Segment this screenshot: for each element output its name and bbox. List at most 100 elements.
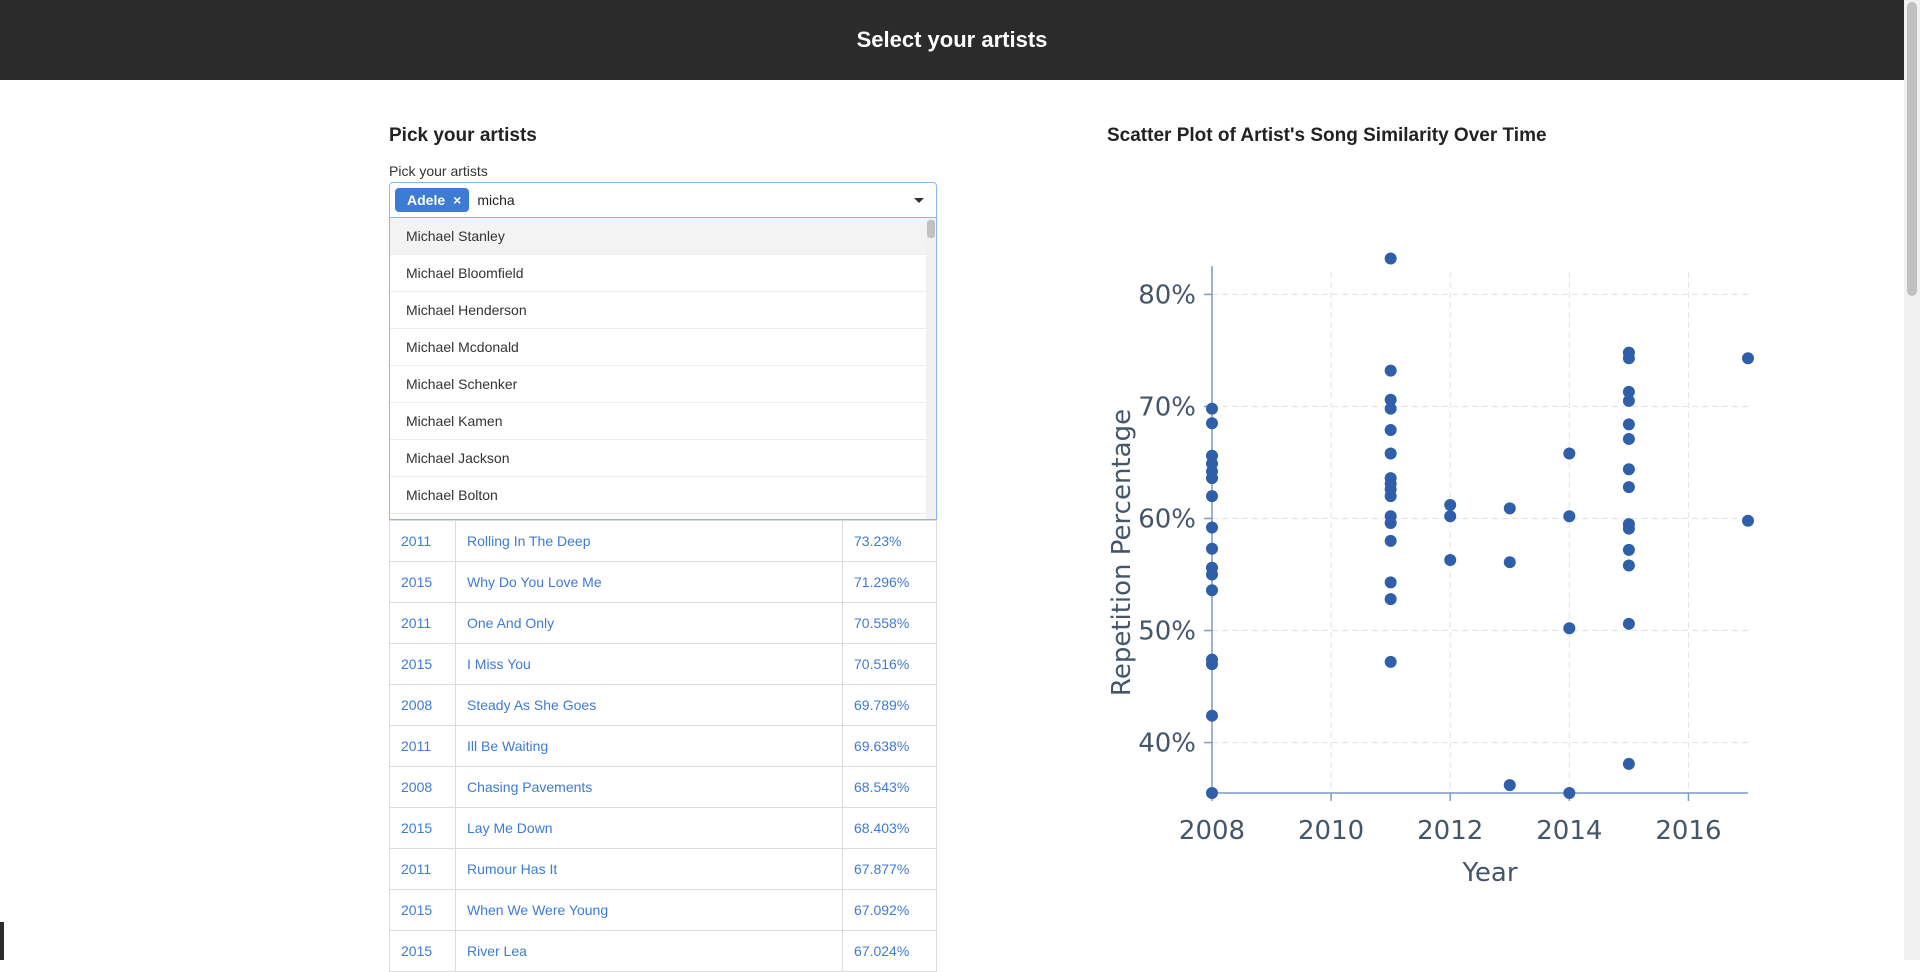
x-axis-label: Year [1461,858,1517,888]
data-point [1384,655,1397,668]
cell-percentage[interactable]: 73.23% [842,520,937,562]
dropdown-scrollbar-thumb[interactable] [927,220,935,238]
dropdown-option[interactable]: Michael Mcdonald [390,329,928,366]
data-point [1384,447,1397,460]
cell-percentage[interactable]: 71.296% [842,561,937,603]
cell-song[interactable]: Ill Be Waiting [455,725,843,767]
cell-percentage[interactable]: 67.024% [842,930,937,972]
picker-field-label: Pick your artists [389,163,488,179]
cell-percentage[interactable]: 67.877% [842,848,937,890]
chart-panel: Scatter Plot of Artist's Song Similarity… [1107,125,1547,147]
selected-artist-chip: Adele × [395,188,470,212]
data-point [1384,576,1397,589]
x-tick-label: 2014 [1536,816,1602,846]
data-point [1384,490,1397,503]
artist-picker-panel: Pick your artists Pick your artists Adel… [389,125,939,972]
cell-percentage[interactable]: 69.789% [842,684,937,726]
cell-song[interactable]: One And Only [455,602,843,644]
cell-year[interactable]: 2008 [389,684,456,726]
chip-remove-icon[interactable]: × [453,192,461,208]
data-point [1503,779,1516,792]
data-point [1622,757,1635,770]
data-point [1206,402,1218,415]
cell-song[interactable]: When We Were Young [455,889,843,931]
data-point [1384,402,1397,415]
data-point [1384,516,1397,529]
chip-label: Adele [407,192,446,208]
cell-song[interactable]: Steady As She Goes [455,684,843,726]
artist-multiselect[interactable]: Adele × micha [389,182,937,218]
data-point [1206,521,1218,534]
cell-year[interactable]: 2015 [389,561,456,603]
dropdown-option[interactable]: Michael Jackson [390,440,928,477]
dropdown-option[interactable]: Michael Stanley [390,218,928,255]
page-scrollbar[interactable] [1904,0,1920,960]
cell-year[interactable]: 2015 [389,889,456,931]
dropdown-option[interactable]: Michael Schenker [390,366,928,403]
cell-year[interactable]: 2008 [389,766,456,808]
cell-year[interactable]: 2011 [389,725,456,767]
cell-year[interactable]: 2015 [389,807,456,849]
cell-song[interactable]: I Miss You [455,643,843,685]
cell-song[interactable]: Chasing Pavements [455,766,843,808]
y-tick-label: 70% [1138,392,1196,422]
data-point [1206,472,1218,485]
dropdown-scrollbar[interactable] [926,218,936,519]
header-title: Select your artists [856,27,1048,52]
data-point [1206,787,1218,799]
cell-percentage[interactable]: 68.543% [842,766,937,808]
data-point [1622,352,1635,365]
data-point [1622,543,1635,556]
cell-song[interactable]: Why Do You Love Me [455,561,843,603]
data-point [1384,423,1397,436]
cell-song[interactable]: Rolling In The Deep [455,520,843,562]
dropdown-option[interactable]: Michael Bolton [390,477,928,514]
cell-song[interactable]: Rumour Has It [455,848,843,890]
dropdown-option[interactable]: Michael Kamen [390,403,928,440]
x-tick-label: 2012 [1417,816,1483,846]
cell-percentage[interactable]: 67.092% [842,889,937,931]
cell-song[interactable]: River Lea [455,930,843,972]
table-row: 2015 River Lea 67.024% [389,930,937,972]
cell-song[interactable]: Lay Me Down [455,807,843,849]
data-point [1563,787,1576,799]
table-row: 2008 Steady As She Goes 69.789% [389,684,937,726]
table-row: 2015 Lay Me Down 68.403% [389,807,937,849]
dropdown-option[interactable]: Michael Bloomfield [390,255,928,292]
x-tick-label: 2010 [1298,816,1364,846]
data-point [1563,447,1576,460]
data-point [1206,490,1218,503]
cell-year[interactable]: 2015 [389,643,456,685]
data-point [1384,534,1397,547]
data-point [1622,432,1635,445]
artist-search-input[interactable]: micha [477,192,514,208]
picker-section-title: Pick your artists [389,125,537,146]
data-point [1384,252,1397,265]
cell-percentage[interactable]: 70.558% [842,602,937,644]
data-point [1206,542,1218,555]
cell-year[interactable]: 2011 [389,602,456,644]
cell-year[interactable]: 2011 [389,848,456,890]
data-point [1622,418,1635,431]
cell-percentage[interactable]: 69.638% [842,725,937,767]
page-scrollbar-thumb[interactable] [1907,2,1917,296]
cell-year[interactable]: 2011 [389,520,456,562]
app-header: Select your artists [0,0,1904,80]
y-tick-label: 60% [1138,504,1196,534]
data-point [1622,394,1635,407]
data-point [1503,556,1516,569]
data-point [1503,502,1516,515]
y-tick-label: 40% [1138,729,1196,759]
data-point [1622,522,1635,535]
data-point [1384,593,1397,606]
table-row: 2011 Rumour Has It 67.877% [389,848,937,890]
data-point [1444,553,1457,566]
data-point [1206,568,1218,581]
cell-percentage[interactable]: 68.403% [842,807,937,849]
data-point [1444,510,1457,523]
dropdown-option[interactable]: Michael Henderson [390,292,928,329]
cell-percentage[interactable]: 70.516% [842,643,937,685]
chevron-down-icon[interactable] [914,198,924,203]
songs-table: 2011 Rolling In The Deep 73.23% 2015 Why… [389,520,937,972]
cell-year[interactable]: 2015 [389,930,456,972]
